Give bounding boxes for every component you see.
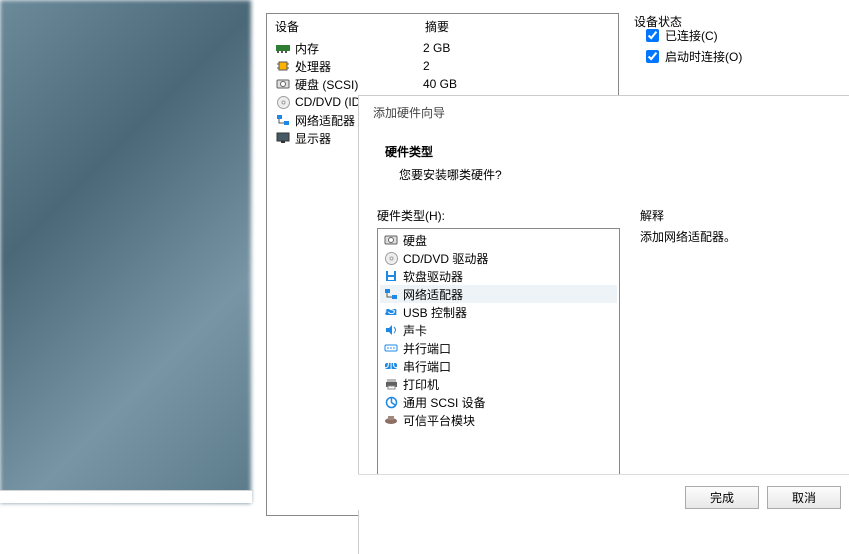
hardware-item-label: 硬盘 xyxy=(403,232,427,249)
usb-icon: USB xyxy=(383,305,399,319)
header-summary: 摘要 xyxy=(425,18,610,35)
cpu-icon xyxy=(275,59,291,73)
connected-checkbox[interactable] xyxy=(646,29,659,42)
hardware-item-label: 网络适配器 xyxy=(403,286,463,303)
network-icon xyxy=(383,287,399,301)
device-row[interactable]: 处理器2 xyxy=(267,57,618,75)
status-title: 设备状态 xyxy=(634,13,682,30)
hardware-list-item[interactable]: 可信平台模块 xyxy=(380,411,617,429)
finish-button[interactable]: 完成 xyxy=(685,486,759,509)
hardware-list-item[interactable]: CD/DVD 驱动器 xyxy=(380,249,617,267)
disk-icon xyxy=(383,233,399,247)
wizard-subheading: 您要安装哪类硬件? xyxy=(399,166,823,183)
hardware-item-label: 可信平台模块 xyxy=(403,412,475,429)
memory-icon xyxy=(275,41,291,55)
cd-icon xyxy=(275,95,291,109)
hardware-item-label: 串行端口 xyxy=(403,358,451,375)
disk-icon xyxy=(275,77,291,91)
hardware-item-label: 声卡 xyxy=(403,322,427,339)
hardware-item-label: 并行端口 xyxy=(403,340,451,357)
hardware-list-item[interactable]: 网络适配器 xyxy=(380,285,617,303)
connect-on-start-checkbox-row[interactable]: 启动时连接(O) xyxy=(646,48,849,65)
cd-icon xyxy=(383,251,399,265)
scsi-icon xyxy=(383,395,399,409)
device-value: 2 xyxy=(423,59,610,73)
parallel-icon xyxy=(383,341,399,355)
device-label: 内存 xyxy=(295,40,423,57)
svg-text:0|0: 0|0 xyxy=(384,361,398,371)
hardware-list-label: 硬件类型(H): xyxy=(377,207,620,224)
explain-text: 添加网络适配器。 xyxy=(640,228,831,245)
hardware-type-listbox[interactable]: 硬盘CD/DVD 驱动器软盘驱动器网络适配器USBUSB 控制器声卡并行端口0|… xyxy=(377,228,620,478)
desktop-divider xyxy=(0,490,252,503)
printer-icon xyxy=(383,377,399,391)
wizard-button-bar: 完成 取消 xyxy=(358,474,849,510)
svg-text:USB: USB xyxy=(384,307,398,317)
device-status-panel: 设备状态 已连接(C) 启动时连接(O) xyxy=(634,13,849,103)
cancel-button[interactable]: 取消 xyxy=(767,486,841,509)
hardware-item-label: CD/DVD 驱动器 xyxy=(403,250,488,267)
hardware-item-label: 打印机 xyxy=(403,376,439,393)
network-icon xyxy=(275,113,291,127)
device-label: 硬盘 (SCSI) xyxy=(295,76,423,93)
device-row[interactable]: 内存2 GB xyxy=(267,39,618,57)
hardware-item-label: 软盘驱动器 xyxy=(403,268,463,285)
hardware-item-label: USB 控制器 xyxy=(403,304,467,321)
hardware-item-label: 通用 SCSI 设备 xyxy=(403,394,486,411)
serial-icon: 0|0 xyxy=(383,359,399,373)
hardware-list-item[interactable]: 通用 SCSI 设备 xyxy=(380,393,617,411)
hardware-list-item[interactable]: 硬盘 xyxy=(380,231,617,249)
hardware-list-item[interactable]: 声卡 xyxy=(380,321,617,339)
floppy-icon xyxy=(383,269,399,283)
tpm-icon xyxy=(383,413,399,427)
hardware-list-item[interactable]: USB USB 控制器 xyxy=(380,303,617,321)
hardware-list-item[interactable]: 0|0 串行端口 xyxy=(380,357,617,375)
explain-label: 解释 xyxy=(640,207,831,224)
wizard-window-title: 添加硬件向导 xyxy=(359,96,849,129)
sound-icon xyxy=(383,323,399,337)
wizard-heading: 硬件类型 xyxy=(385,143,823,160)
wizard-header: 硬件类型 您要安装哪类硬件? xyxy=(359,129,849,201)
connect-on-start-label: 启动时连接(O) xyxy=(665,48,742,65)
device-value: 2 GB xyxy=(423,41,610,55)
device-list-header: 设备 摘要 xyxy=(267,14,618,39)
device-label: 处理器 xyxy=(295,58,423,75)
desktop-background xyxy=(0,0,251,503)
hardware-list-item[interactable]: 软盘驱动器 xyxy=(380,267,617,285)
device-row[interactable]: 硬盘 (SCSI)40 GB xyxy=(267,75,618,93)
hardware-list-item[interactable]: 并行端口 xyxy=(380,339,617,357)
header-device: 设备 xyxy=(275,18,425,35)
display-icon xyxy=(275,131,291,145)
hardware-list-item[interactable]: 打印机 xyxy=(380,375,617,393)
device-value: 40 GB xyxy=(423,77,610,91)
connect-on-start-checkbox[interactable] xyxy=(646,50,659,63)
